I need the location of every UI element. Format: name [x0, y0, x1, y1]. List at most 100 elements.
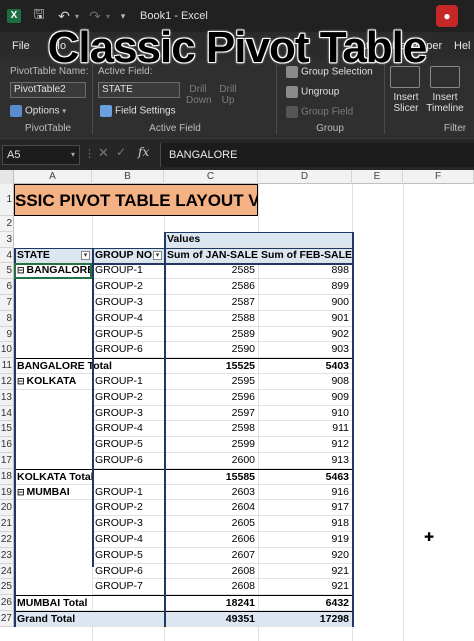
pivot-feb-value[interactable]: 911: [258, 421, 352, 438]
row-header-6[interactable]: 6: [0, 279, 14, 295]
pivot-subtotal-label[interactable]: KOLKATA Total: [14, 468, 164, 485]
pivot-jan-value[interactable]: 2608: [164, 579, 258, 596]
insert-slicer-button[interactable]: Insert Slicer: [390, 92, 422, 114]
column-header-b[interactable]: B: [92, 170, 164, 184]
column-header-a[interactable]: A: [14, 170, 92, 184]
drill-up-button[interactable]: Drill Up: [216, 84, 240, 106]
row-header-27[interactable]: 27: [0, 611, 14, 627]
pivot-feb-value[interactable]: 920: [258, 548, 352, 564]
pivot-group-cell[interactable]: GROUP-4: [92, 311, 164, 327]
row-header-23[interactable]: 23: [0, 547, 14, 564]
drill-down-button[interactable]: Drill Down: [186, 84, 212, 106]
pivot-group-cell[interactable]: GROUP-4: [92, 421, 164, 438]
row-header-14[interactable]: 14: [0, 405, 14, 422]
pivot-jan-value[interactable]: 2585: [164, 263, 258, 280]
pivot-values-header[interactable]: Values: [164, 231, 352, 248]
row-header-18[interactable]: 18: [0, 468, 14, 485]
pivot-subtotal-jan[interactable]: 15585: [164, 468, 258, 485]
row-header-3[interactable]: 3: [0, 231, 14, 248]
pivot-feb-value[interactable]: 901: [258, 311, 352, 327]
pivot-grand-total-jan[interactable]: 49351: [164, 611, 258, 627]
formula-input[interactable]: BANGALORE: [160, 143, 474, 167]
pivot-feb-value[interactable]: 902: [258, 327, 352, 343]
insert-timeline-button[interactable]: Insert Timeline: [424, 92, 466, 114]
row-header-5[interactable]: 5: [0, 263, 14, 280]
row-header-19[interactable]: 19: [0, 484, 14, 501]
pivot-jan-value[interactable]: 2599: [164, 437, 258, 453]
name-box-dropdown-icon[interactable]: ▾: [71, 146, 75, 164]
row-header-2[interactable]: 2: [0, 216, 14, 232]
pivot-jan-value[interactable]: 2597: [164, 406, 258, 422]
pivot-feb-value[interactable]: 918: [258, 516, 352, 532]
group-field-button[interactable]: Group Field: [286, 106, 353, 118]
pivot-group-cell[interactable]: GROUP-3: [92, 516, 164, 532]
field-settings-button[interactable]: Field Settings: [100, 105, 176, 117]
pivot-grand-total-label[interactable]: Grand Total: [14, 611, 164, 627]
pivot-group-cell[interactable]: GROUP-5: [92, 437, 164, 453]
active-field-input[interactable]: STATE: [98, 82, 180, 98]
row-header-10[interactable]: 10: [0, 342, 14, 359]
pivot-group-cell[interactable]: GROUP-2: [92, 279, 164, 295]
row-header-11[interactable]: 11: [0, 358, 14, 374]
pivot-jan-value[interactable]: 2588: [164, 311, 258, 327]
row-header-15[interactable]: 15: [0, 421, 14, 438]
pivot-jan-value[interactable]: 2596: [164, 390, 258, 406]
pivot-group-cell[interactable]: GROUP-3: [92, 295, 164, 311]
pivot-group-cell[interactable]: GROUP-6: [92, 564, 164, 580]
row-header-21[interactable]: 21: [0, 516, 14, 532]
pivot-feb-value[interactable]: 912: [258, 437, 352, 453]
pivot-group-cell[interactable]: GROUP-7: [92, 579, 164, 596]
pivot-subtotal-feb[interactable]: 5463: [258, 468, 352, 485]
pivot-subtotal-feb[interactable]: 6432: [258, 595, 352, 611]
pivot-jan-value[interactable]: 2595: [164, 374, 258, 390]
pivot-group-cell[interactable]: GROUP-1: [92, 374, 164, 390]
pivot-state-label[interactable]: ⊟ KOLKATA: [14, 374, 92, 390]
pivot-feb-value[interactable]: 898: [258, 263, 352, 280]
row-header-26[interactable]: 26: [0, 595, 14, 611]
pivot-feb-value[interactable]: 909: [258, 390, 352, 406]
pivot-feb-value[interactable]: 908: [258, 374, 352, 390]
pivot-jan-value[interactable]: 2589: [164, 327, 258, 343]
pivot-jan-value[interactable]: 2600: [164, 453, 258, 469]
pivot-group-cell[interactable]: GROUP-5: [92, 548, 164, 564]
pivot-jan-value[interactable]: 2606: [164, 532, 258, 548]
row-header-22[interactable]: 22: [0, 532, 14, 548]
pivot-group-cell[interactable]: GROUP-2: [92, 390, 164, 406]
row-header-25[interactable]: 25: [0, 579, 14, 596]
pivot-feb-value[interactable]: 900: [258, 295, 352, 311]
title-banner-cell[interactable]: SSIC PIVOT TABLE LAYOUT V: [14, 184, 258, 216]
name-box[interactable]: A5 ▾: [2, 145, 80, 165]
row-header-24[interactable]: 24: [0, 563, 14, 580]
pivot-feb-value[interactable]: 921: [258, 564, 352, 580]
column-header-d[interactable]: D: [258, 170, 352, 184]
row-header-16[interactable]: 16: [0, 437, 14, 453]
filter-dropdown-icon[interactable]: ▾: [153, 250, 162, 260]
pivot-group-cell[interactable]: GROUP-1: [92, 263, 164, 280]
row-header-4[interactable]: 4: [0, 247, 14, 264]
select-all-corner[interactable]: [0, 170, 14, 184]
pivot-feb-value[interactable]: 903: [258, 342, 352, 359]
column-header-f[interactable]: F: [403, 170, 474, 184]
pivot-header-jan-sales[interactable]: Sum of JAN-SALES: [164, 247, 258, 264]
row-header-9[interactable]: 9: [0, 326, 14, 343]
pivot-feb-value[interactable]: 916: [258, 485, 352, 501]
pivot-jan-value[interactable]: 2607: [164, 548, 258, 564]
filter-dropdown-icon[interactable]: ▾: [81, 250, 90, 260]
pivot-jan-value[interactable]: 2586: [164, 279, 258, 295]
pivot-group-cell[interactable]: GROUP-2: [92, 500, 164, 517]
pivot-jan-value[interactable]: 2603: [164, 485, 258, 501]
pivot-subtotal-label[interactable]: MUMBAI Total: [14, 595, 164, 611]
pivot-subtotal-label[interactable]: BANGALORE Total: [14, 358, 164, 374]
confirm-entry-icon[interactable]: ✓: [116, 145, 126, 159]
row-header-17[interactable]: 17: [0, 453, 14, 469]
pivot-subtotal-feb[interactable]: 5403: [258, 358, 352, 374]
row-header-20[interactable]: 20: [0, 500, 14, 517]
row-header-1[interactable]: 1: [0, 184, 14, 216]
pivottable-name-input[interactable]: PivotTable2: [10, 82, 86, 98]
pivot-state-label[interactable]: ⊟ MUMBAI: [14, 485, 92, 501]
row-header-12[interactable]: 12: [0, 374, 14, 390]
insert-function-icon[interactable]: fx: [138, 145, 149, 159]
collapse-icon[interactable]: ⊟: [17, 487, 25, 497]
pivot-subtotal-jan[interactable]: 15525: [164, 358, 258, 374]
row-header-13[interactable]: 13: [0, 389, 14, 406]
